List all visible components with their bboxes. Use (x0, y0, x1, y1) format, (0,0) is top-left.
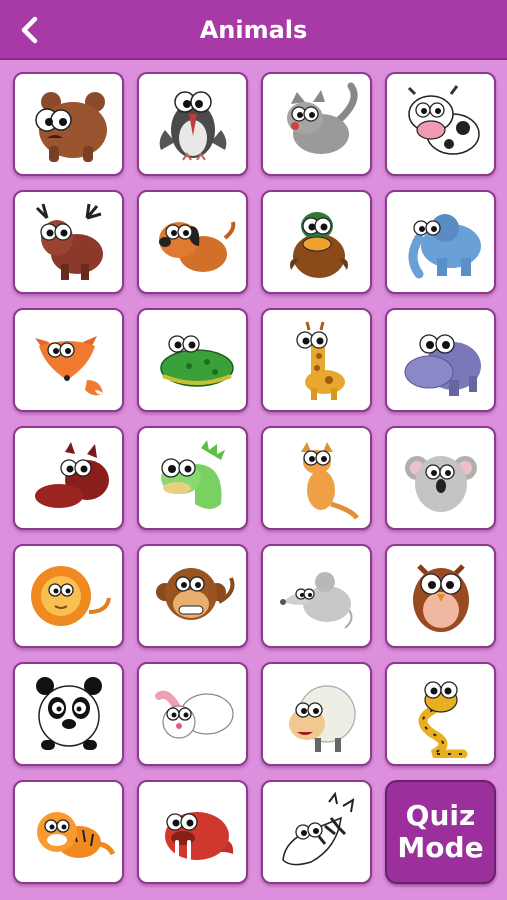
lion-icon (30, 566, 111, 626)
fox-icon (34, 336, 103, 396)
giraffe-icon (295, 321, 345, 400)
quiz-mode-button[interactable]: Quiz Mode (385, 780, 496, 884)
kangaroo-icon (300, 442, 359, 520)
cow-icon (407, 85, 480, 155)
animal-tile-woodpecker[interactable] (137, 72, 248, 176)
boar-icon (34, 442, 109, 508)
snake-icon (418, 681, 467, 758)
hippo-icon (404, 334, 481, 396)
animal-tile-dog[interactable] (137, 190, 248, 294)
koala-icon (404, 456, 477, 512)
animal-tile-tiger[interactable] (13, 780, 124, 884)
animal-tile-owl[interactable] (385, 544, 496, 648)
walrus-icon (164, 812, 233, 860)
animal-tile-duck[interactable] (261, 190, 372, 294)
animal-tile-moose[interactable] (13, 190, 124, 294)
animal-tile-snake[interactable] (385, 662, 496, 766)
sheep-icon (288, 685, 356, 752)
top-bar: Animals (0, 0, 507, 60)
animal-tile-kangaroo[interactable] (261, 426, 372, 530)
animal-tile-cat[interactable] (261, 72, 372, 176)
animal-tile-fox[interactable] (13, 308, 124, 412)
animal-tile-rabbit[interactable] (137, 662, 248, 766)
panda-icon (35, 677, 102, 750)
frog-icon (159, 335, 234, 387)
animal-tile-elephant[interactable] (385, 190, 496, 294)
tiger-icon (36, 812, 115, 858)
animal-tile-hippo[interactable] (385, 308, 496, 412)
animal-tile-koala[interactable] (385, 426, 496, 530)
animal-tile-cow[interactable] (385, 72, 496, 176)
iguana-icon (160, 440, 225, 509)
animal-tile-monkey[interactable] (137, 544, 248, 648)
quiz-mode-label-line1: Quiz (405, 799, 476, 832)
zebra-icon (281, 791, 354, 866)
monkey-icon (155, 568, 234, 620)
animal-tile-lion[interactable] (13, 544, 124, 648)
moose-icon (35, 203, 103, 280)
woodpecker-icon (159, 91, 226, 161)
rabbit-icon (154, 690, 234, 739)
animal-tile-zebra[interactable] (261, 780, 372, 884)
animal-tile-frog[interactable] (137, 308, 248, 412)
duck-icon (289, 212, 348, 278)
dog-icon (158, 221, 235, 272)
page-title: Animals (199, 16, 308, 44)
animal-tile-giraffe[interactable] (261, 308, 372, 412)
cat-icon (286, 82, 357, 154)
animal-grid: Quiz Mode (13, 72, 496, 884)
animal-tile-bear[interactable] (13, 72, 124, 176)
elephant-icon (408, 214, 481, 279)
quiz-mode-label-line2: Mode (397, 831, 484, 864)
animal-tile-boar[interactable] (13, 426, 124, 530)
owl-icon (412, 564, 469, 632)
animal-tile-panda[interactable] (13, 662, 124, 766)
animal-tile-iguana[interactable] (137, 426, 248, 530)
bear-icon (34, 92, 107, 162)
animal-tile-sheep[interactable] (261, 662, 372, 766)
animal-tile-walrus[interactable] (137, 780, 248, 884)
animal-tile-mouse[interactable] (261, 544, 372, 648)
mouse-icon (279, 572, 352, 629)
